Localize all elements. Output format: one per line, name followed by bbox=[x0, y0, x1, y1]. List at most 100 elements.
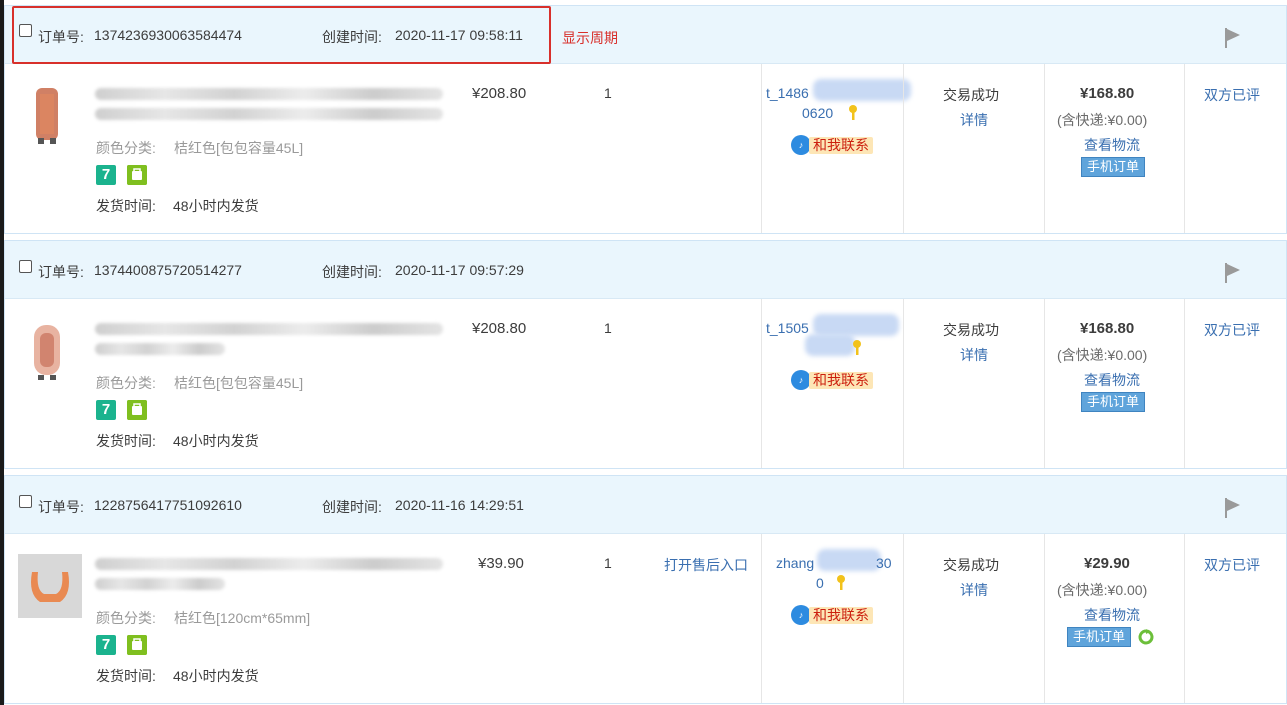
view-logistics-link[interactable]: 查看物流 bbox=[1084, 135, 1140, 155]
seven-day-return-icon[interactable]: 7 bbox=[96, 635, 116, 655]
buyer-name[interactable]: t_1505 bbox=[766, 320, 809, 336]
sku-label: 颜色分类: bbox=[96, 140, 156, 156]
mobile-order-badge: 手机订单 bbox=[1081, 392, 1146, 412]
buyer-name-blurred bbox=[805, 334, 855, 356]
open-after-sale-link[interactable]: 打开售后入口 bbox=[664, 555, 748, 575]
buyer-name-tail[interactable]: 30 bbox=[876, 555, 892, 571]
order-no-label: 订单号: bbox=[38, 264, 84, 280]
product-title-blurred bbox=[95, 88, 443, 100]
detail-link[interactable]: 详情 bbox=[960, 110, 988, 130]
shipping-fee: (含快递:¥0.00) bbox=[1057, 582, 1148, 598]
contact-seller-button[interactable]: ♪ 和我联系 bbox=[791, 605, 881, 625]
detail-link[interactable]: 详情 bbox=[960, 345, 988, 365]
key-icon bbox=[849, 105, 857, 120]
view-logistics-link[interactable]: 查看物流 bbox=[1084, 605, 1140, 625]
column-divider bbox=[761, 534, 762, 703]
chat-bubble-icon: ♪ bbox=[791, 370, 811, 390]
buyer-name-suffix[interactable]: 0620 bbox=[802, 105, 833, 121]
shipping-fee: (含快递:¥0.00) bbox=[1057, 347, 1148, 363]
sku-label: 颜色分类: bbox=[96, 610, 156, 626]
flag-icon[interactable] bbox=[1223, 261, 1243, 285]
chat-bubble-icon: ♪ bbox=[791, 135, 811, 155]
highlight-box bbox=[12, 6, 551, 64]
column-divider bbox=[761, 64, 762, 233]
order-body: 颜色分类: 桔红色[包包容量45L] 7 发货时间: 48小时内发货 ¥208.… bbox=[5, 299, 1286, 468]
order-number: 1374400875720514277 bbox=[94, 262, 242, 278]
chat-bubble-icon: ♪ bbox=[791, 605, 811, 625]
column-divider bbox=[1044, 534, 1045, 703]
column-divider bbox=[1044, 64, 1045, 233]
column-divider bbox=[903, 299, 904, 468]
refresh-icon[interactable] bbox=[1138, 629, 1154, 645]
contact-seller-button[interactable]: ♪ 和我联系 bbox=[791, 370, 881, 390]
order-checkbox[interactable] bbox=[19, 495, 32, 508]
column-divider bbox=[1044, 299, 1045, 468]
column-divider bbox=[761, 299, 762, 468]
order-card: 订单号: 1374400875720514277 创建时间: 2020-11-1… bbox=[4, 240, 1287, 469]
annotation-label: 显示周期 bbox=[562, 30, 618, 46]
ship-time-label: 发货时间: bbox=[96, 198, 156, 214]
unit-price: ¥39.90 bbox=[478, 555, 524, 572]
shopping-bag-icon[interactable] bbox=[127, 635, 147, 655]
review-status-link[interactable]: 双方已评 bbox=[1204, 85, 1260, 105]
detail-link[interactable]: 详情 bbox=[960, 580, 988, 600]
product-title-blurred bbox=[95, 323, 443, 335]
buyer-name[interactable]: t_1486 bbox=[766, 85, 809, 101]
sku-label: 颜色分类: bbox=[96, 375, 156, 391]
key-icon bbox=[853, 340, 861, 355]
order-header: 订单号: 1374400875720514277 创建时间: 2020-11-1… bbox=[5, 241, 1286, 299]
quantity: 1 bbox=[604, 85, 612, 101]
trade-status: 交易成功 bbox=[943, 87, 999, 103]
paid-amount: ¥29.90 bbox=[1084, 555, 1130, 572]
column-divider bbox=[1184, 299, 1185, 468]
order-body: 颜色分类: 桔红色[120cm*65mm] 7 发货时间: 48小时内发货 ¥3… bbox=[5, 534, 1286, 703]
order-checkbox[interactable] bbox=[19, 260, 32, 273]
contact-seller-button[interactable]: ♪ 和我联系 bbox=[791, 135, 881, 155]
product-thumbnail[interactable] bbox=[18, 554, 82, 618]
buyer-name-suffix[interactable]: 0 bbox=[816, 575, 824, 591]
review-status-link[interactable]: 双方已评 bbox=[1204, 320, 1260, 340]
shopping-bag-icon[interactable] bbox=[127, 165, 147, 185]
mobile-order-badge: 手机订单 bbox=[1067, 627, 1132, 647]
order-number: 1228756417751092610 bbox=[94, 497, 242, 513]
flag-icon[interactable] bbox=[1223, 26, 1243, 50]
ship-time-value: 48小时内发货 bbox=[173, 668, 259, 684]
trade-status: 交易成功 bbox=[943, 557, 999, 573]
product-thumbnail[interactable] bbox=[18, 319, 82, 383]
quantity: 1 bbox=[604, 320, 612, 336]
buyer-name-blurred bbox=[813, 79, 911, 101]
column-divider bbox=[903, 64, 904, 233]
created-time: 2020-11-16 14:29:51 bbox=[395, 497, 524, 513]
order-card: 订单号: 1228756417751092610 创建时间: 2020-11-1… bbox=[4, 475, 1287, 704]
column-divider bbox=[1184, 64, 1185, 233]
quantity: 1 bbox=[604, 555, 612, 571]
contact-label: 和我联系 bbox=[809, 372, 873, 389]
order-no-label: 订单号: bbox=[38, 499, 84, 515]
flag-icon[interactable] bbox=[1223, 496, 1243, 520]
sku-value: 桔红色[包包容量45L] bbox=[174, 375, 304, 391]
unit-price: ¥208.80 bbox=[472, 320, 527, 337]
review-status-link[interactable]: 双方已评 bbox=[1204, 555, 1260, 575]
view-logistics-link[interactable]: 查看物流 bbox=[1084, 370, 1140, 390]
product-title-blurred bbox=[95, 578, 225, 590]
sku-value: 桔红色[包包容量45L] bbox=[174, 140, 304, 156]
ship-time-value: 48小时内发货 bbox=[173, 198, 259, 214]
seven-day-return-icon[interactable]: 7 bbox=[96, 400, 116, 420]
product-title-blurred bbox=[95, 108, 443, 120]
mobile-order-badge: 手机订单 bbox=[1081, 157, 1146, 177]
key-icon bbox=[837, 575, 845, 590]
shipping-fee: (含快递:¥0.00) bbox=[1057, 112, 1148, 128]
created-time: 2020-11-17 09:57:29 bbox=[395, 262, 524, 278]
order-header: 订单号: 1228756417751092610 创建时间: 2020-11-1… bbox=[5, 476, 1286, 534]
buyer-name[interactable]: zhang bbox=[776, 555, 814, 571]
column-divider bbox=[1184, 534, 1185, 703]
product-title-blurred bbox=[95, 558, 443, 570]
column-divider bbox=[903, 534, 904, 703]
seven-day-return-icon[interactable]: 7 bbox=[96, 165, 116, 185]
buyer-name-blurred bbox=[817, 549, 881, 571]
unit-price: ¥208.80 bbox=[472, 85, 527, 102]
shopping-bag-icon[interactable] bbox=[127, 400, 147, 420]
product-thumbnail[interactable] bbox=[18, 84, 82, 148]
ship-time-label: 发货时间: bbox=[96, 668, 156, 684]
contact-label: 和我联系 bbox=[809, 607, 873, 624]
